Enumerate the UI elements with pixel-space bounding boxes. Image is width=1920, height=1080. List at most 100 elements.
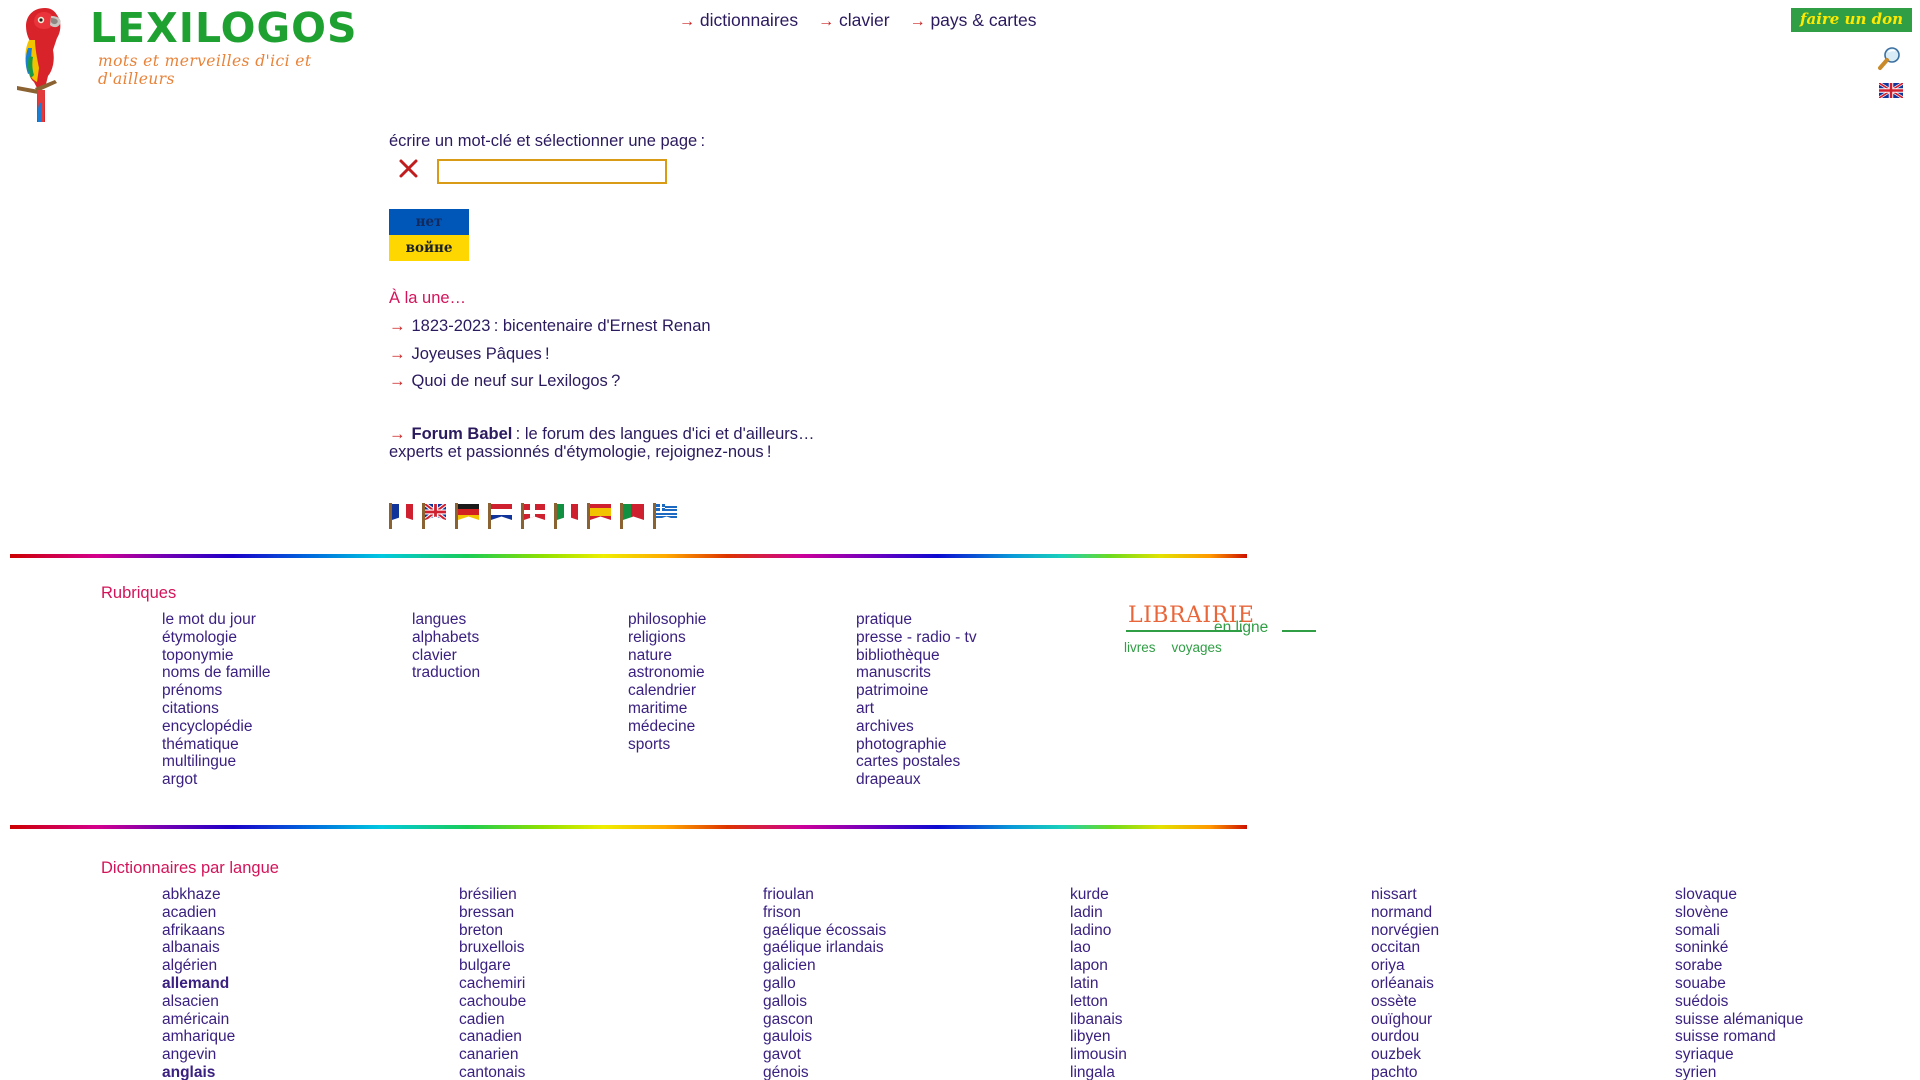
dictionnaire-link[interactable]: afrikaans bbox=[162, 922, 235, 940]
rubrique-link[interactable]: médecine bbox=[628, 718, 706, 736]
dictionnaire-link[interactable]: américain bbox=[162, 1011, 235, 1029]
flag-united-kingdom[interactable] bbox=[422, 503, 446, 529]
dictionnaire-link[interactable]: souabe bbox=[1675, 975, 1803, 993]
dictionnaire-link[interactable]: orléanais bbox=[1371, 975, 1439, 993]
rubrique-link[interactable]: bibliothèque bbox=[856, 647, 977, 665]
dictionnaire-link[interactable]: gascon bbox=[763, 1011, 886, 1029]
flag-spain[interactable] bbox=[587, 503, 611, 529]
dictionnaire-link[interactable]: gaulois bbox=[763, 1028, 886, 1046]
dictionnaire-link[interactable]: algérien bbox=[162, 957, 235, 975]
dictionnaire-link[interactable]: syriaque bbox=[1675, 1046, 1803, 1064]
dictionnaire-link[interactable]: pachto bbox=[1371, 1064, 1439, 1080]
dictionnaire-link[interactable]: suédois bbox=[1675, 993, 1803, 1011]
dictionnaire-link[interactable]: gavot bbox=[763, 1046, 886, 1064]
rubrique-link[interactable]: patrimoine bbox=[856, 682, 977, 700]
dictionnaire-link[interactable]: albanais bbox=[162, 939, 235, 957]
dictionnaire-link[interactable]: kurde bbox=[1070, 886, 1127, 904]
dictionnaire-link[interactable]: cachoube bbox=[459, 993, 526, 1011]
rubrique-link[interactable]: philosophie bbox=[628, 611, 706, 629]
rubrique-link[interactable]: drapeaux bbox=[856, 771, 977, 789]
dictionnaire-link[interactable]: sorabe bbox=[1675, 957, 1803, 975]
dictionnaire-link[interactable]: acadien bbox=[162, 904, 235, 922]
dictionnaire-link[interactable]: libanais bbox=[1070, 1011, 1127, 1029]
dictionnaire-link[interactable]: alsacien bbox=[162, 993, 235, 1011]
rubrique-link[interactable]: astronomie bbox=[628, 664, 706, 682]
dictionnaire-link[interactable]: syrien bbox=[1675, 1064, 1803, 1080]
rubrique-link[interactable]: multilingue bbox=[162, 753, 271, 771]
dictionnaire-link[interactable]: occitan bbox=[1371, 939, 1439, 957]
rubrique-link[interactable]: manuscrits bbox=[856, 664, 977, 682]
dictionnaire-link[interactable]: frison bbox=[763, 904, 886, 922]
dictionnaire-link[interactable]: brésilien bbox=[459, 886, 526, 904]
rubrique-link[interactable]: le mot du jour bbox=[162, 611, 271, 629]
rubrique-link[interactable]: presse - radio - tv bbox=[856, 629, 977, 647]
uk-flag-icon[interactable] bbox=[1879, 83, 1903, 98]
dictionnaire-link[interactable]: libyen bbox=[1070, 1028, 1127, 1046]
dictionnaire-link[interactable]: nissart bbox=[1371, 886, 1439, 904]
dictionnaire-link[interactable]: ladino bbox=[1070, 922, 1127, 940]
rubrique-link[interactable]: langues bbox=[412, 611, 480, 629]
dictionnaire-link[interactable]: suisse romand bbox=[1675, 1028, 1803, 1046]
dictionnaire-link[interactable]: gaélique écossais bbox=[763, 922, 886, 940]
flag-denmark[interactable] bbox=[521, 503, 545, 529]
rubrique-link[interactable]: religions bbox=[628, 629, 706, 647]
rubrique-link[interactable]: citations bbox=[162, 700, 271, 718]
dictionnaire-link[interactable]: latin bbox=[1070, 975, 1127, 993]
rubrique-link[interactable]: étymologie bbox=[162, 629, 271, 647]
dictionnaire-link[interactable]: lao bbox=[1070, 939, 1127, 957]
rubrique-link[interactable]: sports bbox=[628, 736, 706, 754]
dictionnaire-link[interactable]: anglais bbox=[162, 1064, 235, 1080]
dictionnaire-link[interactable]: slovène bbox=[1675, 904, 1803, 922]
clear-search-icon[interactable] bbox=[398, 157, 420, 181]
dictionnaire-link[interactable]: ladin bbox=[1070, 904, 1127, 922]
rubrique-link[interactable]: pratique bbox=[856, 611, 977, 629]
dictionnaire-link[interactable]: ouzbek bbox=[1371, 1046, 1439, 1064]
dictionnaire-link[interactable]: letton bbox=[1070, 993, 1127, 1011]
flag-netherlands[interactable] bbox=[488, 503, 512, 529]
dictionnaire-link[interactable]: ossète bbox=[1371, 993, 1439, 1011]
dictionnaire-link[interactable]: breton bbox=[459, 922, 526, 940]
dictionnaire-link[interactable]: amharique bbox=[162, 1028, 235, 1046]
rubrique-link[interactable]: maritime bbox=[628, 700, 706, 718]
search-icon[interactable] bbox=[1876, 46, 1902, 72]
flag-greece[interactable] bbox=[653, 503, 677, 529]
site-logo[interactable]: LEXILOGOS mots et merveilles d'ici et d'… bbox=[10, 2, 390, 122]
dictionnaire-link[interactable]: lingala bbox=[1070, 1064, 1127, 1080]
dictionnaire-link[interactable]: bressan bbox=[459, 904, 526, 922]
dictionnaire-link[interactable]: cantonais bbox=[459, 1064, 526, 1080]
nav-item-pays-cartes[interactable]: → pays & cartes bbox=[910, 10, 1037, 30]
flag-portugal[interactable] bbox=[620, 503, 644, 529]
dictionnaire-link[interactable]: frioulan bbox=[763, 886, 886, 904]
dictionnaire-link[interactable]: bulgare bbox=[459, 957, 526, 975]
rubrique-link[interactable]: argot bbox=[162, 771, 271, 789]
dictionnaire-link[interactable]: slovaque bbox=[1675, 886, 1803, 904]
rubrique-link[interactable]: prénoms bbox=[162, 682, 271, 700]
rubrique-link[interactable]: nature bbox=[628, 647, 706, 665]
dictionnaire-link[interactable]: bruxellois bbox=[459, 939, 526, 957]
forum-babel-link[interactable]: Forum Babel bbox=[412, 425, 513, 443]
rubrique-link[interactable]: archives bbox=[856, 718, 977, 736]
donate-button[interactable]: faire un don bbox=[1791, 8, 1912, 32]
dictionnaire-link[interactable]: gallo bbox=[763, 975, 886, 993]
dictionnaire-link[interactable]: abkhaze bbox=[162, 886, 235, 904]
featured-link-paques[interactable]: Joyeuses Pâques ! bbox=[412, 345, 550, 363]
dictionnaire-link[interactable]: limousin bbox=[1070, 1046, 1127, 1064]
dictionnaire-link[interactable]: gaélique irlandais bbox=[763, 939, 886, 957]
rubrique-link[interactable]: thématique bbox=[162, 736, 271, 754]
rubrique-link[interactable]: encyclopédie bbox=[162, 718, 271, 736]
rubrique-link[interactable]: cartes postales bbox=[856, 753, 977, 771]
dictionnaire-link[interactable]: normand bbox=[1371, 904, 1439, 922]
flag-italy[interactable] bbox=[554, 503, 578, 529]
featured-link-renan[interactable]: 1823-2023 : bicentenaire d'Ernest Renan bbox=[412, 317, 711, 335]
dictionnaire-link[interactable]: allemand bbox=[162, 975, 235, 993]
dictionnaire-link[interactable]: canadien bbox=[459, 1028, 526, 1046]
rubrique-link[interactable]: noms de famille bbox=[162, 664, 271, 682]
dictionnaire-link[interactable]: canarien bbox=[459, 1046, 526, 1064]
dictionnaire-link[interactable]: soninké bbox=[1675, 939, 1803, 957]
dictionnaire-link[interactable]: cadien bbox=[459, 1011, 526, 1029]
nav-item-clavier[interactable]: → clavier bbox=[818, 10, 889, 30]
rubrique-link[interactable]: alphabets bbox=[412, 629, 480, 647]
dictionnaire-link[interactable]: galicien bbox=[763, 957, 886, 975]
dictionnaire-link[interactable]: somali bbox=[1675, 922, 1803, 940]
librairie-link-livres[interactable]: livres bbox=[1124, 640, 1156, 655]
